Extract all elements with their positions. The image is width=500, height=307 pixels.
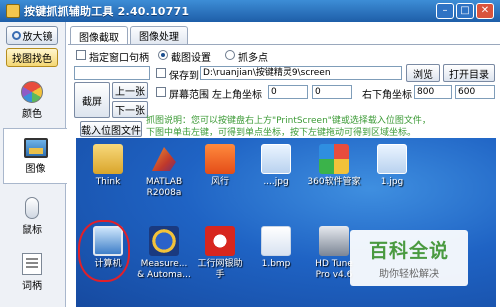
desktop-icon-label: HD Tune Pro v4.6 [315,259,353,280]
app-icon [6,4,20,18]
bottom-right-x-input[interactable]: 800 [414,85,452,99]
find-color-button[interactable]: 找图找色 [6,48,58,67]
window-title: 按键抓抓辅助工具 2.40.10771 [24,5,190,18]
top-left-label: 左上角坐标 [212,90,262,101]
sidebar-item-handle[interactable]: 词柄 [3,244,61,300]
next-image-button[interactable]: 下一张 [112,101,148,118]
magnifier-button[interactable]: 放大镜 [6,26,58,45]
minimize-button[interactable]: – [436,3,454,19]
find-color-label: 找图找色 [12,54,52,65]
desktop-icon-label: ....jpg [263,177,289,187]
load-bitmap-button[interactable]: 载入位图文件 [80,121,142,137]
bottom-right-y-input[interactable]: 600 [455,85,495,99]
image-file-icon [261,144,291,174]
browse-button[interactable]: 浏览 [406,64,440,82]
fengxing-icon [205,144,235,174]
desktop-icon-1jpg[interactable]: 1.jpg [360,144,424,188]
desktop-icon-icbc[interactable]: 工行网银助 手 [188,226,252,281]
bitmap-file-icon [261,226,291,256]
save-to-checkbox[interactable] [156,68,166,78]
sidebar-item-label: 鼠标 [22,224,42,236]
word-icon [22,252,42,275]
desktop-icon-label: Think [95,177,121,187]
desktop-icon-label: 工行网银助 手 [197,259,243,280]
hard-disk-icon [319,226,349,256]
sidebar-item-label: 词柄 [22,280,42,292]
desktop-icon-fengxing[interactable]: 风行 [188,144,252,188]
desktop-icon-label: 360软件管家 [307,177,361,187]
title-bar: 按键抓抓辅助工具 2.40.10771 – □ ✕ [0,0,500,22]
capture-mode-radio[interactable] [158,50,168,60]
screen-range-label: 屏幕范围 [169,90,209,101]
desktop-icon-jpg[interactable]: ....jpg [244,144,308,188]
360-software-icon [319,144,349,174]
desktop-icon-label: Measure... & Automa... [137,259,191,280]
desktop-icon-label: 风行 [210,177,229,187]
watermark-subtitle: 助你轻松解决 [379,269,439,280]
previous-image-button[interactable]: 上一张 [112,82,148,99]
sidebar-item-label: 图像 [25,163,46,175]
desktop-icon-think[interactable]: Think [76,144,140,188]
save-to-label: 保存到 [169,71,199,82]
bottom-right-label: 右下角坐标 [362,90,412,101]
hint-line: 抓图说明：您可以按键盘右上方"PrintScreen"键或选择载入位图文件， [146,116,431,126]
close-button[interactable]: ✕ [476,3,494,19]
folder-icon [93,144,123,174]
desktop-icon-label: 1.jpg [380,177,404,187]
desktop-icon-label: 1.bmp [261,259,291,269]
multi-point-radio[interactable] [225,50,235,60]
icbc-bank-icon [205,226,235,256]
save-path-input[interactable]: D:\ruanjian\按键精灵9\screen [200,66,402,80]
mouse-icon [25,196,39,219]
desktop-icon-measure[interactable]: Measure... & Automa... [132,226,196,281]
desktop-icon-label: MATLAB R2008a [145,177,183,198]
magnifier-icon [11,31,21,40]
tab-image-processing[interactable]: 图像处理 [130,26,188,44]
capture-mode-label: 截图设置 [171,53,211,64]
matlab-icon [152,147,176,171]
sidebar-item-mouse[interactable]: 鼠标 [3,188,61,244]
sidebar: 放大镜 找图找色 颜色 图像 鼠标 词柄 [0,22,67,307]
image-icon [23,137,48,158]
specify-window-checkbox[interactable] [76,50,86,60]
desktop-icon-bmp[interactable]: 1.bmp [244,226,308,270]
sidebar-item-color[interactable]: 颜色 [3,72,61,128]
magnifier-label: 放大镜 [22,32,53,43]
capture-instructions: 抓图说明：您可以按键盘右上方"PrintScreen"键或选择载入位图文件， 下… [146,115,496,139]
specify-window-label: 指定窗口句柄 [89,53,149,64]
desktop-icon-360[interactable]: 360软件管家 [302,144,366,188]
screenshot-button[interactable]: 截屏 [74,82,110,118]
multi-point-label: 抓多点 [238,53,268,64]
top-left-y-input[interactable]: 0 [312,85,352,99]
sidebar-item-image[interactable]: 图像 [3,128,67,184]
measurement-icon [149,226,179,256]
tab-image-capture[interactable]: 图像截取 [70,26,128,45]
top-left-x-input[interactable]: 0 [268,85,308,99]
desktop-icon-matlab[interactable]: MATLAB R2008a [132,144,196,199]
sidebar-item-label: 颜色 [22,108,42,120]
tab-bar: 图像截取 图像处理 [70,26,188,45]
open-directory-button[interactable]: 打开目录 [443,64,495,82]
maximize-button[interactable]: □ [456,3,474,19]
image-file-icon [377,144,407,174]
screen-range-checkbox[interactable] [156,87,166,97]
window-handle-input[interactable] [74,66,150,80]
palette-icon [21,80,43,103]
watermark-title: 百科全说 [368,240,449,262]
window-controls: – □ ✕ [436,3,494,19]
watermark: 百科全说 助你轻松解决 [350,230,468,286]
highlight-circle [78,220,130,282]
